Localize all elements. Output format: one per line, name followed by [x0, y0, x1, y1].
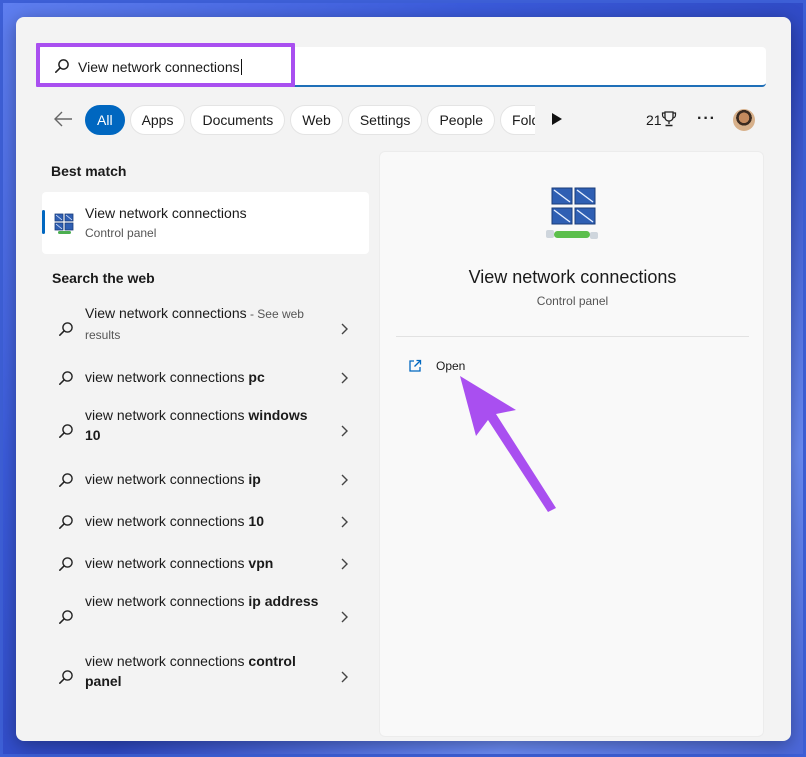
- preview-panel: View network connections Control panel O…: [379, 151, 764, 737]
- chevron-right-icon: [341, 425, 348, 437]
- selection-indicator: [42, 210, 45, 234]
- search-web-heading: Search the web: [52, 270, 155, 286]
- filter-chip-documents[interactable]: Documents: [190, 105, 286, 135]
- trophy-icon[interactable]: [661, 110, 677, 128]
- filter-chip-all[interactable]: All: [85, 105, 125, 135]
- filter-chip-web[interactable]: Web: [290, 105, 343, 135]
- best-match-title: View network connections: [85, 205, 247, 221]
- web-result-item[interactable]: view network connections ip address: [42, 591, 369, 643]
- search-icon: [59, 557, 73, 571]
- play-icon[interactable]: [551, 112, 563, 126]
- web-result-label: view network connections ip address: [85, 591, 325, 612]
- web-result-prefix: View network connections: [85, 305, 247, 321]
- open-external-icon: [409, 359, 422, 372]
- web-result-prefix: view network connections: [85, 555, 249, 571]
- best-match-result[interactable]: View network connections Control panel: [42, 192, 369, 254]
- best-match-subtitle: Control panel: [85, 226, 157, 240]
- network-connections-icon: [546, 187, 598, 239]
- reward-count: 21: [646, 112, 662, 128]
- web-result-prefix: view network connections: [85, 513, 249, 529]
- web-result-prefix: view network connections: [85, 369, 249, 385]
- chevron-right-icon: [341, 558, 348, 570]
- filter-chip-people[interactable]: People: [427, 105, 496, 135]
- web-result-label: view network connections vpn: [85, 553, 325, 574]
- chevron-right-icon: [341, 516, 348, 528]
- web-result-bold: pc: [248, 369, 265, 385]
- start-search-window: View network connections All Apps Document…: [16, 17, 791, 741]
- filter-chip-apps[interactable]: Apps: [129, 105, 186, 135]
- back-arrow-icon[interactable]: [52, 110, 74, 128]
- annotation-arrow: [460, 376, 556, 512]
- web-result-bold: ip address: [248, 593, 319, 609]
- web-result-prefix: view network connections: [85, 471, 249, 487]
- web-result-item[interactable]: view network connections 10: [42, 507, 369, 537]
- search-icon: [59, 670, 73, 684]
- web-result-label: view network connections pc: [85, 367, 325, 388]
- search-input[interactable]: View network connections: [78, 59, 242, 75]
- divider: [396, 336, 749, 337]
- avatar[interactable]: [733, 109, 755, 131]
- open-label: Open: [436, 359, 466, 373]
- web-result-label: view network connections ip: [85, 469, 325, 490]
- web-result-label: view network connections 10: [85, 511, 325, 532]
- chevron-right-icon: [341, 611, 348, 623]
- search-icon: [59, 473, 73, 487]
- web-result-label: view network connections control panel: [85, 651, 325, 692]
- filter-chips: AllAppsDocumentsWebSettingsPeopleFolde: [85, 105, 535, 135]
- web-result-bold: 10: [248, 513, 264, 529]
- search-icon: [59, 424, 73, 438]
- search-icon: [59, 515, 73, 529]
- chevron-right-icon: [341, 372, 348, 384]
- network-connections-icon: [54, 213, 74, 234]
- chevron-right-icon: [341, 323, 348, 335]
- search-icon: [59, 371, 73, 385]
- preview-subtitle: Control panel: [536, 294, 609, 308]
- web-result-item[interactable]: View network connections - See web resul…: [42, 303, 369, 355]
- web-result-prefix: view network connections: [85, 407, 249, 423]
- web-result-item[interactable]: view network connections control panel: [42, 651, 369, 703]
- web-result-item[interactable]: view network connections pc: [42, 363, 369, 393]
- more-options-button[interactable]: ···: [697, 110, 716, 128]
- best-match-heading: Best match: [51, 163, 127, 179]
- web-result-item[interactable]: view network connections windows 10: [42, 405, 369, 457]
- preview-title: View network connections: [468, 267, 677, 287]
- chevron-right-icon: [341, 474, 348, 486]
- filter-chip-settings[interactable]: Settings: [347, 105, 423, 135]
- web-result-item[interactable]: view network connections vpn: [42, 549, 369, 579]
- chevron-right-icon: [341, 671, 348, 683]
- web-result-prefix: view network connections: [85, 593, 249, 609]
- web-result-label: View network connections - See web resul…: [85, 303, 325, 345]
- web-result-bold: ip: [248, 471, 261, 487]
- search-icon: [54, 59, 69, 73]
- web-result-label: view network connections windows 10: [85, 405, 325, 446]
- search-icon: [59, 322, 73, 336]
- web-result-item[interactable]: view network connections ip: [42, 465, 369, 495]
- web-result-bold: vpn: [248, 555, 274, 571]
- search-icon: [59, 610, 73, 624]
- web-result-prefix: view network connections: [85, 653, 249, 669]
- filter-chip-folde[interactable]: Folde: [500, 105, 535, 135]
